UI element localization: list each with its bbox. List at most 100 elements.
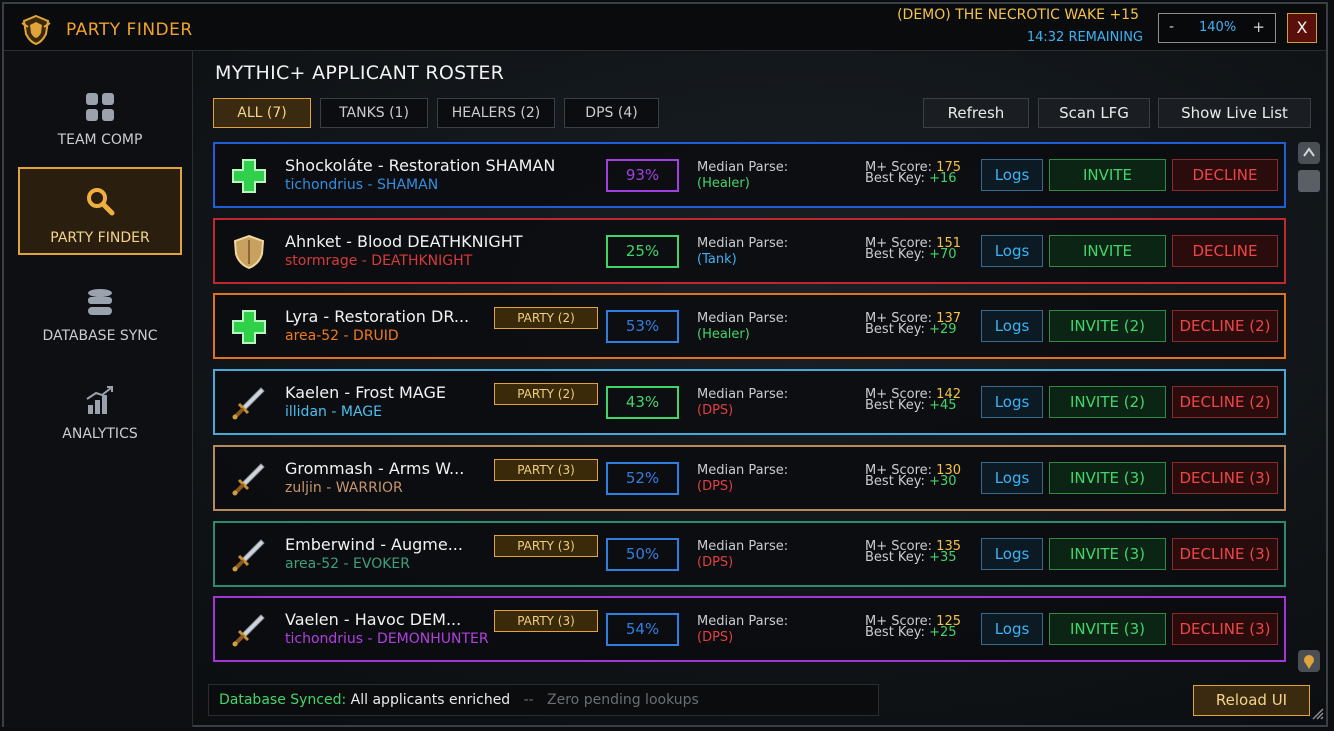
sidebar-item-analytics[interactable]: ANALYTICS [18,367,182,455]
scroll-up-button[interactable] [1298,142,1320,164]
applicant-realm: stormrage [285,253,358,269]
applicant-class: SHAMAN [377,177,439,193]
sidebar-item-label: ANALYTICS [62,426,138,442]
resize-grip-icon[interactable] [1312,708,1324,720]
sword-icon [231,461,267,497]
best-key-label: Best Key: [865,398,925,413]
applicant-row: Lyra - Restoration DR... area-52 - DRUID P… [213,293,1286,359]
logs-button[interactable]: Logs [981,613,1043,645]
invite-button[interactable]: INVITE (2) [1049,386,1166,418]
status-message: All applicants enriched [350,692,511,708]
logs-button[interactable]: Logs [981,386,1043,418]
invite-button[interactable]: INVITE (3) [1049,538,1166,570]
database-icon [88,289,112,315]
applicant-realm-class: zuljin - WARRIOR [285,480,403,496]
sidebar-item-label: TEAM COMP [57,132,143,148]
sidebar-item-party-finder[interactable]: PARTY FINDER [18,167,182,255]
best-key-value: +16 [929,171,957,186]
grid-icon [86,93,114,121]
decline-button[interactable]: DECLINE [1172,159,1278,191]
sidebar-item-database-sync[interactable]: DATABASE SYNC [18,269,182,357]
logs-button[interactable]: Logs [981,159,1043,191]
status-synced-label: Database Synced: [219,692,347,708]
logs-button[interactable]: Logs [981,462,1043,494]
party-badge: PARTY (3) [494,459,598,481]
zoom-level: 140% [1199,20,1237,35]
tab-all[interactable]: ALL (7) [213,98,311,128]
applicant-row: Shockoláte - Restoration SHAMAN tichondri… [213,142,1286,208]
reload-ui-button[interactable]: Reload UI [1193,685,1310,716]
applicant-name: Vaelen - Havoc DEM... [285,610,462,629]
tab-tanks[interactable]: TANKS (1) [320,98,428,128]
best-key-label: Best Key: [865,247,925,262]
search-icon [87,188,115,216]
median-parse-role: (DPS) [697,403,734,418]
invite-button[interactable]: INVITE (3) [1049,462,1166,494]
median-parse-role: (Tank) [697,252,737,267]
decline-button[interactable]: DECLINE (2) [1172,386,1278,418]
parse-percent: 43% [606,386,679,419]
best-key-value: +30 [929,474,957,489]
invite-button[interactable]: INVITE (3) [1049,613,1166,645]
zoom-control: - 140% + [1158,13,1276,43]
mplus-score-block: M+ Score: 142 Best Key: +45 [865,388,961,413]
sidebar-item-label: DATABASE SYNC [42,328,158,344]
logs-button[interactable]: Logs [981,538,1043,570]
best-key-label: Best Key: [865,474,925,489]
decline-button[interactable]: DECLINE (2) [1172,310,1278,342]
median-parse-label: Median Parse: [697,539,789,554]
page-title: MYTHIC+ APPLICANT ROSTER [215,62,505,84]
median-parse-role: (DPS) [697,630,734,645]
tab-healers[interactable]: HEALERS (2) [437,98,555,128]
parse-percent: 54% [606,613,679,646]
arrow-up-icon [1303,147,1315,157]
applicant-row: Ahnket - Blood DEATHKNIGHT stormrage - DE… [213,218,1286,284]
timer-label: 14:32 REMAINING [1026,30,1143,45]
applicant-name: Grommash - Arms W... [285,459,465,478]
applicant-realm-class: tichondrius - DEMONHUNTER [285,631,489,647]
applicant-class: EVOKER [353,556,410,572]
logs-button[interactable]: Logs [981,235,1043,267]
sword-icon [231,612,267,648]
shield-icon [231,234,267,270]
invite-button[interactable]: INVITE (2) [1049,310,1166,342]
applicant-class: DRUID [353,328,399,344]
decline-button[interactable]: DECLINE (3) [1172,613,1278,645]
status-pending: Zero pending lookups [547,692,699,708]
scroll-down-button[interactable] [1298,650,1320,672]
applicant-realm: tichondrius [285,177,364,193]
mplus-score-block: M+ Score: 135 Best Key: +35 [865,540,961,564]
tab-dps[interactable]: DPS (4) [564,98,659,128]
applicant-name: Kaelen - Frost MAGE [285,383,446,402]
mplus-score-block: M+ Score: 125 Best Key: +25 [865,615,961,639]
decline-button[interactable]: DECLINE (3) [1172,462,1278,494]
zoom-out-button[interactable]: - [1169,19,1174,35]
best-key-value: +70 [929,247,957,262]
median-parse-label: Median Parse: [697,463,789,478]
invite-button[interactable]: INVITE [1049,159,1166,191]
invite-button[interactable]: INVITE [1049,235,1166,267]
sidebar-item-label: PARTY FINDER [50,230,150,246]
median-parse-role: (Healer) [697,327,750,342]
applicant-realm: tichondrius [285,631,364,647]
bar-chart-icon [86,386,113,414]
logs-button[interactable]: Logs [981,310,1043,342]
scrollbar-thumb[interactable] [1298,170,1320,192]
refresh-button[interactable]: Refresh [923,98,1029,128]
party-badge: PARTY (2) [494,307,598,329]
median-parse-role: (DPS) [697,555,734,570]
app-title: PARTY FINDER [66,20,193,40]
show-live-list-button[interactable]: Show Live List [1158,98,1311,128]
zoom-in-button[interactable]: + [1252,18,1265,36]
sidebar-item-team-comp[interactable]: TEAM COMP [18,73,182,161]
applicant-class: DEMONHUNTER [377,631,489,647]
applicant-name: Ahnket - Blood DEATHKNIGHT [285,232,523,251]
healer-cross-icon [231,158,267,194]
median-parse-label: Median Parse: [697,387,789,402]
close-button[interactable]: X [1287,13,1317,43]
applicant-name: Emberwind - Augme... [285,535,463,554]
decline-button[interactable]: DECLINE [1172,235,1278,267]
status-bar: Database Synced: All applicants enriched… [208,684,879,716]
decline-button[interactable]: DECLINE (3) [1172,538,1278,570]
scan-lfg-button[interactable]: Scan LFG [1038,98,1150,128]
